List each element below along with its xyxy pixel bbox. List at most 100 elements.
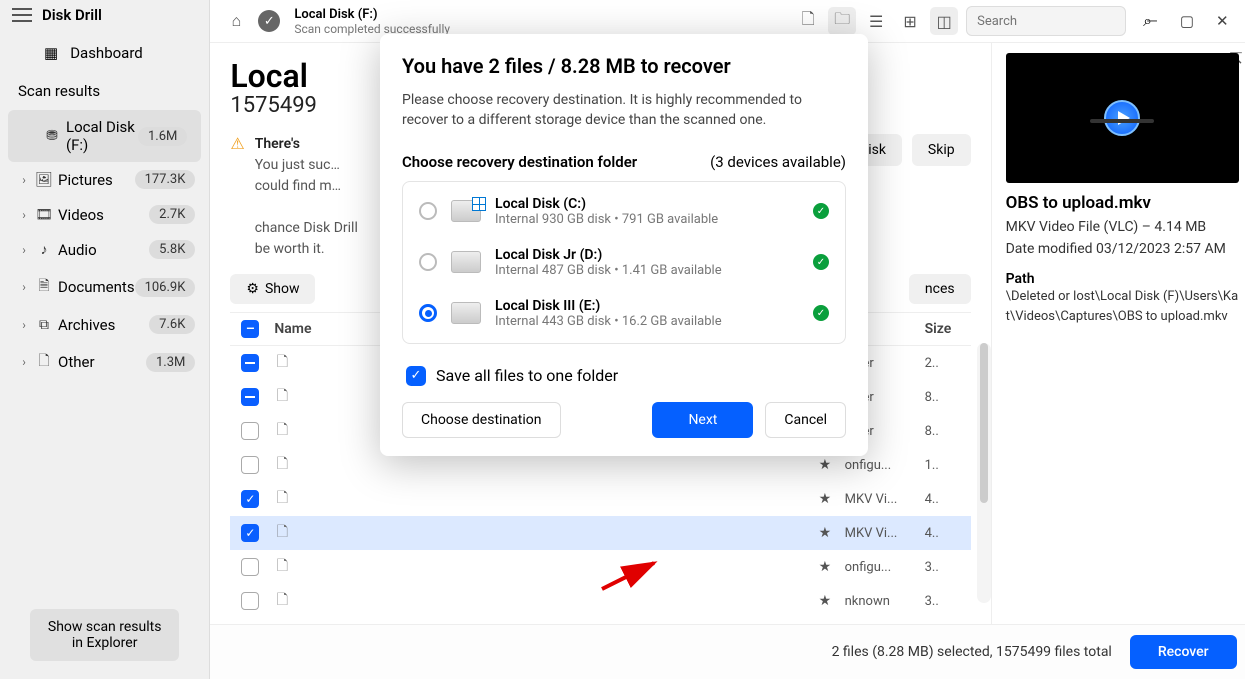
row-checkbox[interactable] xyxy=(241,456,259,474)
row-checkbox[interactable] xyxy=(241,524,259,542)
star-icon[interactable]: ★ xyxy=(819,525,841,541)
sliders-icon: ⚙ xyxy=(246,281,259,297)
path-label: Path xyxy=(1006,271,1239,287)
save-all-checkbox[interactable]: ✓ xyxy=(406,366,426,386)
table-row[interactable]: 🗋 ★ MKV Vi... 4.. xyxy=(230,482,970,516)
skip-button[interactable]: Skip xyxy=(912,134,971,166)
count-badge: 5.8K xyxy=(149,240,195,259)
chevron-right-icon: › xyxy=(18,318,30,332)
ok-status-icon: ✓ xyxy=(813,305,829,321)
show-filter-button[interactable]: ⚙ Show xyxy=(230,274,315,304)
destination-row[interactable]: Local Disk (C:) Internal 930 GB disk • 7… xyxy=(403,186,845,237)
close-icon[interactable]: ✕ xyxy=(1216,12,1229,30)
row-size: 4.. xyxy=(921,518,971,549)
radio-button[interactable] xyxy=(419,202,437,220)
list-view-icon[interactable]: ☰ xyxy=(862,7,890,35)
table-row[interactable]: 🗋 Cookies ★ Unknown 0.. xyxy=(230,618,970,624)
footer: 2 files (8.28 MB) selected, 1575499 file… xyxy=(210,624,1245,679)
hamburger-icon[interactable] xyxy=(12,8,32,22)
row-checkbox[interactable] xyxy=(241,422,259,440)
sidebar-dashboard[interactable]: ▦ Dashboard xyxy=(0,30,209,76)
video-preview[interactable] xyxy=(1006,53,1239,183)
maximize-icon[interactable]: ▢ xyxy=(1180,12,1194,30)
row-checkbox[interactable] xyxy=(241,388,259,406)
row-size: 3.. xyxy=(921,586,971,617)
col-size[interactable]: Size xyxy=(921,313,971,345)
sidebar-item-label: Videos xyxy=(58,206,149,224)
sidebar-item-archives[interactable]: › ⧉ Archives 7.6K xyxy=(0,307,209,342)
destination-row[interactable]: Local Disk Jr (D:) Internal 487 GB disk … xyxy=(403,237,845,288)
row-type: Unknown xyxy=(841,620,921,625)
file-icon: 🗋 xyxy=(270,385,294,409)
choose-destination-button[interactable]: Choose destination xyxy=(402,402,561,438)
sidebar-item-label: Other xyxy=(58,353,146,371)
row-name xyxy=(294,423,352,439)
star-icon[interactable]: ★ xyxy=(819,491,841,507)
minimize-icon[interactable]: — xyxy=(1146,12,1158,30)
sidebar-item-documents[interactable]: › 🗎 Documents 106.9K xyxy=(0,267,209,307)
warning-icon: ⚠ xyxy=(230,134,244,260)
count-badge: 106.9K xyxy=(135,278,196,297)
preview-filename: OBS to upload.mkv xyxy=(1006,193,1239,213)
play-icon[interactable] xyxy=(1104,100,1140,136)
recovery-destination-dialog: You have 2 files / 8.28 MB to recover Pl… xyxy=(380,34,868,456)
file-icon: 🗋 xyxy=(270,453,294,477)
search-box[interactable]: ⌕ xyxy=(966,6,1126,36)
panel-view-icon[interactable]: ◫ xyxy=(930,7,958,35)
row-checkbox[interactable] xyxy=(241,490,259,508)
row-checkbox[interactable] xyxy=(241,354,259,372)
document-icon: 🗎 xyxy=(30,275,58,299)
row-name: Cookies xyxy=(294,619,352,624)
star-icon[interactable]: ★ xyxy=(819,457,841,473)
radio-button[interactable] xyxy=(419,304,437,322)
col-name[interactable]: Name xyxy=(270,313,350,345)
table-row[interactable]: 🗋 ★ onfigu... 3.. xyxy=(230,550,970,584)
star-icon[interactable]: ★ xyxy=(819,559,841,575)
folder-view-icon[interactable]: 🗀 xyxy=(828,7,856,35)
destination-row[interactable]: Local Disk III (E:) Internal 443 GB disk… xyxy=(403,288,845,339)
table-row[interactable]: 🗋 ★ MKV Vi... 4.. xyxy=(230,516,970,550)
ok-status-icon: ✓ xyxy=(813,203,829,219)
sidebar-item-pictures[interactable]: › 🖼 Pictures 177.3K xyxy=(0,162,209,197)
row-type: nknown xyxy=(841,586,921,617)
search-input[interactable] xyxy=(977,14,1143,29)
row-size: 4.. xyxy=(921,484,971,515)
sidebar-item-other[interactable]: › 🗋 Other 1.3M xyxy=(0,342,209,382)
file-view-icon[interactable]: 🗋 xyxy=(794,7,822,35)
row-checkbox[interactable] xyxy=(241,592,259,610)
radio-button[interactable] xyxy=(419,253,437,271)
next-button[interactable]: Next xyxy=(652,402,753,438)
sidebar-item-videos[interactable]: › 🎞 Videos 2.7K xyxy=(0,197,209,232)
home-icon[interactable]: ⌂ xyxy=(222,7,250,35)
grid-view-icon[interactable]: ⊞ xyxy=(896,7,924,35)
row-name xyxy=(294,355,352,371)
row-type: onfigu... xyxy=(841,552,921,583)
count-badge: 2.7K xyxy=(149,205,195,224)
row-type: MKV Vi... xyxy=(841,484,921,515)
row-checkbox[interactable] xyxy=(241,558,259,576)
cancel-button[interactable]: Cancel xyxy=(765,402,846,438)
recover-button[interactable]: Recover xyxy=(1130,635,1237,669)
drive-icon xyxy=(451,251,481,273)
grid-scrollbar[interactable] xyxy=(977,343,991,603)
sidebar-item-label: Audio xyxy=(58,241,149,259)
table-row[interactable]: 🗋 ★ nknown 3.. xyxy=(230,584,970,618)
choose-label: Choose recovery destination folder xyxy=(402,153,637,171)
recovery-chances-button[interactable]: nces xyxy=(909,274,971,304)
warn-body: You just suc…could find m… xyxy=(255,157,341,194)
star-icon[interactable]: ★ xyxy=(819,593,841,609)
preview-panel: ⇱ OBS to upload.mkv MKV Video File (VLC)… xyxy=(991,43,1245,624)
dialog-subtitle: Please choose recovery destination. It i… xyxy=(402,90,846,131)
show-in-explorer-button[interactable]: Show scan results in Explorer xyxy=(30,609,179,661)
chevron-right-icon: › xyxy=(18,280,30,294)
chevron-right-icon: › xyxy=(18,208,30,222)
show-label: Show xyxy=(265,281,300,297)
sidebar: Disk Drill ▦ Dashboard Scan results ⛃ Lo… xyxy=(0,0,210,679)
sidebar-item-label: Pictures xyxy=(58,171,135,189)
dialog-title: You have 2 files / 8.28 MB to recover xyxy=(402,54,846,78)
count-badge: 177.3K xyxy=(135,170,196,189)
sidebar-item-audio[interactable]: › ♪ Audio 5.8K xyxy=(0,232,209,267)
scan-results-header: Scan results xyxy=(0,76,209,110)
select-all-checkbox[interactable]: – xyxy=(241,320,259,338)
sidebar-item-local-disk[interactable]: ⛃ Local Disk (F:) 1.6M xyxy=(8,110,201,162)
